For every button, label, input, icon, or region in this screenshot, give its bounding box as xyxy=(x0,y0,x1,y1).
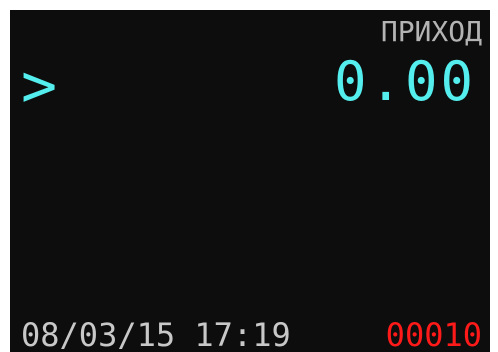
date-time-readout: 08/03/15 17:19 xyxy=(21,316,291,352)
receipt-counter: 00010 xyxy=(385,316,482,352)
mode-label: ПРИХОД xyxy=(380,15,482,48)
amount-value: 0.00 xyxy=(333,50,476,113)
display-screen: ПРИХОД > 0.00 08/03/15 17:19 00010 xyxy=(10,10,490,352)
input-prompt-symbol: > xyxy=(21,51,58,121)
